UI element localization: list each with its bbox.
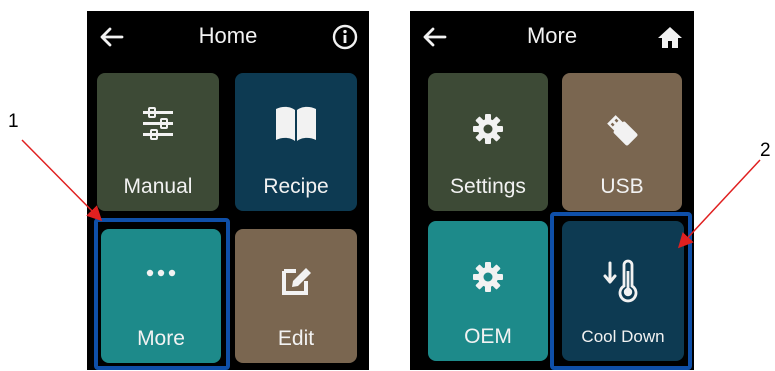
tile-more[interactable]: More xyxy=(101,229,221,363)
more-topbar: More xyxy=(410,11,694,65)
home-topbar: Home xyxy=(87,11,369,65)
thermometer-down-icon xyxy=(603,259,638,303)
tile-recipe-label: Recipe xyxy=(263,175,329,198)
usb-drive-icon xyxy=(607,115,638,146)
tile-oem[interactable]: OEM xyxy=(428,221,548,361)
tile-oem-label: OEM xyxy=(464,325,512,348)
tile-settings[interactable]: Settings xyxy=(428,73,548,211)
tile-manual[interactable]: Manual xyxy=(97,73,219,211)
tile-usb[interactable]: USB xyxy=(562,73,682,211)
tile-manual-label: Manual xyxy=(123,175,193,198)
gear-icon xyxy=(473,262,503,292)
gear-icon xyxy=(473,114,503,144)
more-screen: More Settings USB OEM Cool Down xyxy=(410,11,694,370)
home-screen: Home Manual Recipe More Edit xyxy=(87,11,369,370)
tile-cool-down-label: Cool Down xyxy=(581,327,665,346)
home-button[interactable] xyxy=(652,19,688,55)
callout-label-1: 1 xyxy=(8,111,19,132)
info-button[interactable] xyxy=(327,19,363,55)
tile-more-label: More xyxy=(137,327,185,350)
ellipsis-icon xyxy=(146,269,176,277)
open-book-icon xyxy=(276,106,316,141)
tile-settings-label: Settings xyxy=(450,175,526,198)
home-icon xyxy=(658,27,682,48)
tile-edit[interactable]: Edit xyxy=(235,229,357,363)
tile-cool-down[interactable]: Cool Down xyxy=(562,221,684,361)
sliders-icon xyxy=(143,107,173,140)
callout-label-2: 2 xyxy=(760,140,771,161)
tile-usb-label: USB xyxy=(600,175,644,198)
tile-recipe[interactable]: Recipe xyxy=(235,73,357,211)
tile-edit-label: Edit xyxy=(277,327,315,350)
edit-icon xyxy=(282,268,311,295)
info-icon xyxy=(332,24,358,50)
